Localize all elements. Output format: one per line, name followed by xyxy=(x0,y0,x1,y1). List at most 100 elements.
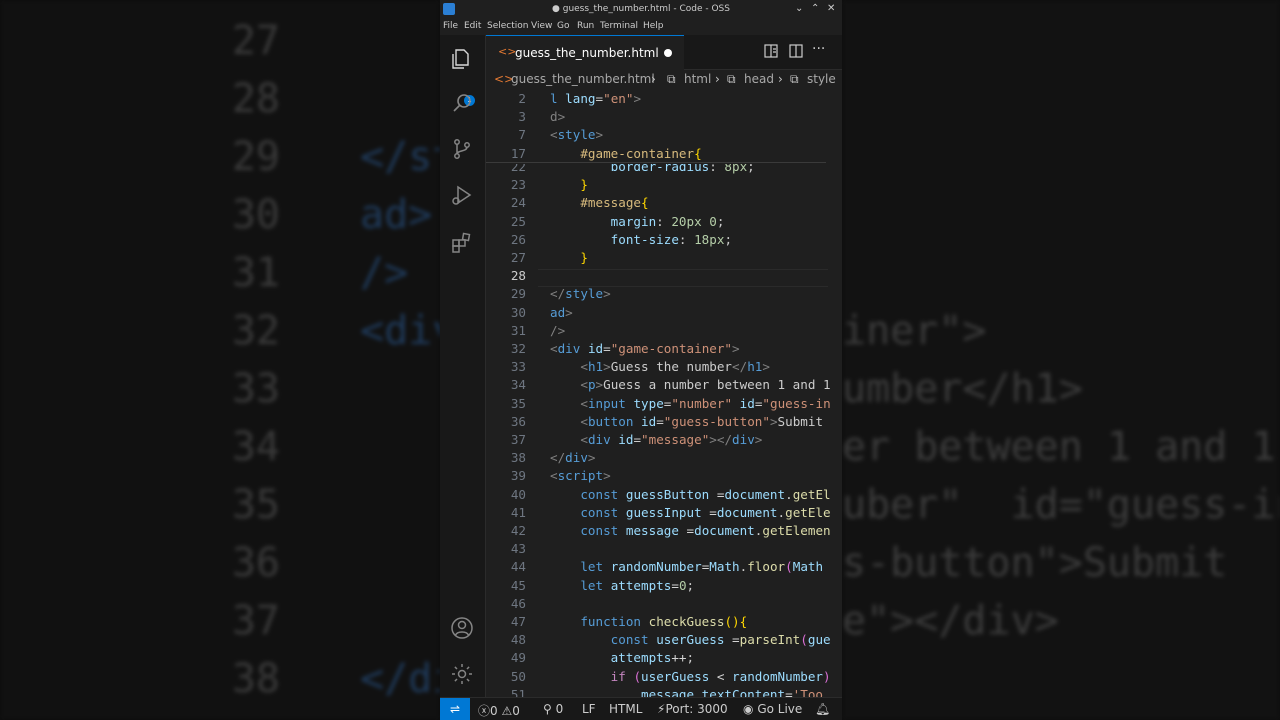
element-symbol-icon: ⧉ xyxy=(727,72,736,86)
more-actions-icon[interactable]: ··· xyxy=(812,41,828,57)
run-debug-icon[interactable] xyxy=(450,183,474,207)
code-line[interactable]: 42 const message =document.getElemen xyxy=(486,523,842,541)
code-line[interactable]: 46 xyxy=(486,596,842,614)
menu-go[interactable]: Go xyxy=(557,21,569,31)
close-window-button[interactable]: ✕ xyxy=(827,3,835,14)
sticky-scroll-line[interactable]: 2 l lang="en"> xyxy=(486,91,842,109)
menu-view[interactable]: View xyxy=(531,21,552,31)
language-status[interactable]: HTML xyxy=(609,702,642,716)
line-number: 36 xyxy=(510,413,526,429)
tab-bar: <> guess_the_number.html ··· xyxy=(486,35,842,70)
background-line: er between 1 and 1 xyxy=(842,424,1276,470)
code-line[interactable]: 30 ad> xyxy=(486,305,842,323)
background-line: 31/> xyxy=(231,250,409,296)
background-line: 30 ad> xyxy=(231,192,433,238)
code-line[interactable]: 29 </style> xyxy=(486,286,842,304)
notifications-bell-icon[interactable]: 🔔︎ xyxy=(815,702,830,716)
line-code: <style> xyxy=(550,127,604,143)
background-line: 27 xyxy=(231,18,280,64)
code-line[interactable]: 31 /> xyxy=(486,323,842,341)
code-line[interactable]: 33 <h1>Guess the number</h1> xyxy=(486,359,842,377)
background-line: e"></div> xyxy=(842,598,1059,644)
code-line[interactable]: 47 function checkGuess(){ xyxy=(486,614,842,632)
code-line[interactable]: 45 let attempts=0; xyxy=(486,578,842,596)
remote-indicator-icon[interactable]: ⇌ xyxy=(440,698,470,720)
sticky-scroll-line[interactable]: 7 <style> xyxy=(486,127,842,146)
code-line[interactable]: 35 <input type="number" id="guess-in xyxy=(486,396,842,414)
menu-run[interactable]: Run xyxy=(577,21,594,31)
code-line[interactable]: 27 } xyxy=(486,250,842,268)
unsaved-dot-icon[interactable] xyxy=(664,49,672,57)
window-title: ● guess_the_number.html - Code - OSS xyxy=(552,4,730,14)
search-icon[interactable] xyxy=(450,91,474,115)
element-symbol-icon: ⧉ xyxy=(667,72,676,86)
background-line: umber</h1> xyxy=(842,366,1083,412)
settings-gear-icon[interactable] xyxy=(450,662,474,686)
code-line[interactable]: 32 <div id="game-container"> xyxy=(486,341,842,359)
code-editor[interactable]: 22 border-radius: 8px; 23 } 24 #message{25… xyxy=(486,90,842,697)
code-line[interactable]: 51 message.textContent='Too xyxy=(486,687,842,697)
menu-file[interactable]: File xyxy=(443,21,458,31)
code-line[interactable]: 43 xyxy=(486,541,842,559)
code-line[interactable]: 23 } xyxy=(486,177,842,195)
tab-guess-the-number[interactable]: <> guess_the_number.html xyxy=(486,35,684,70)
breadcrumb-style[interactable]: style xyxy=(807,72,836,86)
line-number: 32 xyxy=(510,341,526,356)
code-line[interactable]: 50 if (userGuess < randomNumber) xyxy=(486,669,842,687)
line-code: <input type="number" id="guess-in xyxy=(580,395,831,411)
code-line[interactable]: 38 </div> xyxy=(486,450,842,468)
code-line[interactable]: 26 font-size: 18px; xyxy=(486,232,842,250)
line-code: <p>Guess a number between 1 and 1 xyxy=(580,377,831,393)
menu-edit[interactable]: Edit xyxy=(464,21,481,31)
code-line[interactable]: 37 <div id="message"></div> xyxy=(486,432,842,450)
extensions-icon[interactable] xyxy=(450,231,474,255)
sticky-scroll-line[interactable]: 17 #game-container{ xyxy=(486,145,842,164)
chevron-right-icon: › xyxy=(715,72,720,86)
code-line[interactable]: 49 attempts++; xyxy=(486,650,842,668)
source-control-icon[interactable] xyxy=(450,137,474,161)
problems-status[interactable]: ⓧ0 ⚠0 xyxy=(478,702,520,719)
breadcrumb-head[interactable]: head xyxy=(744,72,774,86)
code-line[interactable]: 34 <p>Guess a number between 1 and 1 xyxy=(486,377,842,395)
code-line[interactable]: 44 let randomNumber=Math.floor(Math xyxy=(486,559,842,577)
broadcast-icon: ⚲ xyxy=(543,702,552,716)
menu-selection[interactable]: Selection xyxy=(487,21,528,31)
line-code: #message{ xyxy=(580,195,649,211)
line-code: message.textContent='Too xyxy=(641,686,824,697)
minimize-button[interactable]: ⌄ xyxy=(795,3,803,14)
code-line[interactable]: 40 const guessButton =document.getEl xyxy=(486,487,842,505)
line-number: 34 xyxy=(510,377,526,393)
line-number: 48 xyxy=(510,632,526,648)
code-line[interactable]: 36 <button id="guess-button">Submit xyxy=(486,414,842,432)
line-code: <button id="guess-button">Submit xyxy=(580,413,824,429)
code-line[interactable]: 28 xyxy=(486,268,842,286)
account-icon[interactable] xyxy=(450,616,474,640)
code-line[interactable]: 39 <script> xyxy=(486,468,842,486)
breadcrumb-file[interactable]: guess_the_number.html xyxy=(511,72,655,86)
line-code: function checkGuess(){ xyxy=(580,614,748,629)
code-line[interactable]: 25 margin: 20px 0; xyxy=(486,214,842,232)
maximize-button[interactable]: ⌃ xyxy=(811,3,819,14)
eol-status[interactable]: LF xyxy=(582,702,596,716)
split-editor-icon[interactable] xyxy=(788,43,804,59)
menu-terminal[interactable]: Terminal xyxy=(600,21,638,31)
port-status[interactable]: ⚡Port: 3000 xyxy=(657,702,728,716)
line-number: 38 xyxy=(510,450,526,466)
chevron-right-icon: › xyxy=(651,72,656,86)
background-line: 33 xyxy=(231,366,280,412)
sticky-scroll-line[interactable]: 3 d> xyxy=(486,109,842,128)
explorer-icon[interactable] xyxy=(450,47,474,71)
line-code: #game-container{ xyxy=(580,145,702,161)
ports-status[interactable]: ⚲ 0 xyxy=(543,702,563,716)
code-line[interactable]: 48 const userGuess =parseInt(gue xyxy=(486,632,842,650)
code-line[interactable]: 24 #message{ xyxy=(486,195,842,213)
menu-help[interactable]: Help xyxy=(643,21,664,31)
open-preview-icon[interactable] xyxy=(763,43,779,59)
line-number: 41 xyxy=(510,504,526,520)
code-line[interactable]: 41 const guessInput =document.getEle xyxy=(486,505,842,523)
breadcrumb-html[interactable]: html xyxy=(684,72,711,86)
go-live-button[interactable]: ◉ Go Live xyxy=(743,702,802,716)
line-code: <script> xyxy=(550,468,611,484)
warning-icon: ⚠ xyxy=(501,704,513,718)
line-code: margin: 20px 0; xyxy=(610,213,725,229)
